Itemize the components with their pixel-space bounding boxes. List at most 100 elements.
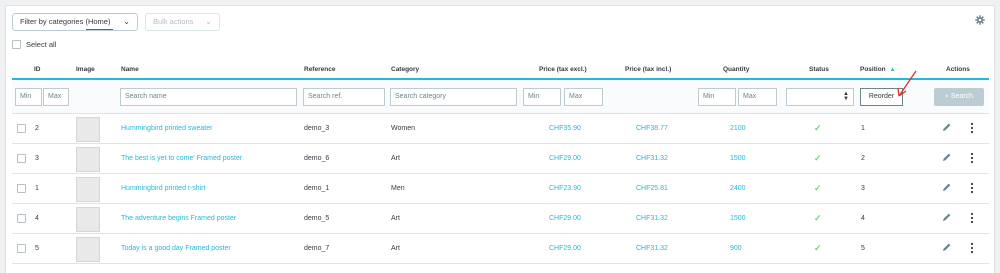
bulk-actions-button[interactable]: Bulk actions ⌄ — [145, 13, 220, 31]
row-checkbox[interactable] — [17, 184, 26, 193]
cell-name-link[interactable]: The adventure begins Framed poster — [121, 215, 236, 222]
gear-icon[interactable] — [975, 15, 985, 25]
cell-id: 3 — [35, 155, 39, 162]
table-row[interactable]: 4 The adventure begins Framed poster demo_… — [12, 205, 989, 234]
id-min-input[interactable]: Min — [15, 88, 42, 106]
row-checkbox[interactable] — [17, 214, 26, 223]
cell-quantity[interactable]: 900 — [730, 245, 742, 252]
cell-name-link[interactable]: Hummingbird printed t-shirt — [121, 185, 205, 192]
column-header-price-excl[interactable]: Price (tax excl.) — [539, 66, 587, 73]
cell-name-link[interactable]: Hummingbird printed sweater — [121, 125, 212, 132]
more-actions-icon[interactable] — [970, 182, 974, 194]
product-thumbnail[interactable] — [76, 207, 100, 232]
edit-icon[interactable] — [942, 242, 952, 252]
quantity-min-input[interactable]: Min — [698, 88, 736, 106]
cell-quantity[interactable]: 2100 — [730, 125, 746, 132]
column-header-name[interactable]: Name — [121, 66, 139, 73]
category-filter-label: Filter by categories (Home) — [20, 17, 111, 26]
table-row[interactable]: 2 Hummingbird printed sweater demo_3 Women C… — [12, 115, 989, 144]
cell-id: 5 — [35, 245, 39, 252]
more-actions-icon[interactable] — [970, 212, 974, 224]
annotation-underline — [86, 29, 113, 30]
name-search-input[interactable]: Search name — [120, 88, 297, 106]
cell-reference: demo_5 — [304, 215, 330, 222]
select-all-checkbox[interactable] — [12, 40, 21, 49]
product-thumbnail[interactable] — [76, 237, 100, 262]
more-actions-icon[interactable] — [970, 152, 974, 164]
cell-price-incl[interactable]: CHF38.77 — [636, 125, 668, 132]
select-all-label: Select all — [25, 40, 57, 49]
edit-icon[interactable] — [942, 122, 952, 132]
cell-quantity[interactable]: 1500 — [730, 215, 746, 222]
column-header-quantity[interactable]: Quantity — [723, 66, 749, 73]
row-select[interactable] — [17, 154, 26, 163]
product-thumbnail[interactable] — [76, 177, 100, 202]
reference-search-input[interactable]: Search ref. — [303, 88, 385, 106]
column-header-status[interactable]: Status — [809, 66, 829, 73]
edit-icon[interactable] — [942, 152, 952, 162]
bulk-actions-label: Bulk actions — [153, 17, 194, 26]
cell-price-incl[interactable]: CHF31.32 — [636, 155, 668, 162]
cell-price-excl[interactable]: CHF35.90 — [549, 125, 581, 132]
price-min-input[interactable]: Min — [523, 88, 561, 106]
cell-reference: demo_6 — [304, 155, 330, 162]
cell-name-link[interactable]: Today is a good day Framed poster — [121, 245, 231, 252]
cell-price-excl[interactable]: CHF23.90 — [549, 185, 581, 192]
cell-category: Art — [391, 245, 400, 252]
cell-position: 4 — [861, 215, 865, 222]
cell-category: Art — [391, 215, 400, 222]
row-checkbox[interactable] — [17, 124, 26, 133]
search-button-label: Search — [950, 93, 974, 100]
select-all[interactable]: Select all — [12, 40, 56, 50]
cell-price-excl[interactable]: CHF29.00 — [549, 245, 581, 252]
row-select[interactable] — [17, 244, 26, 253]
select-arrows-icon: ▲ ▼ — [843, 91, 849, 102]
more-actions-icon[interactable] — [970, 242, 974, 254]
category-search-input[interactable]: Search category — [390, 88, 517, 106]
product-thumbnail[interactable] — [76, 117, 100, 142]
cell-reference: demo_3 — [304, 125, 330, 132]
cell-price-incl[interactable]: CHF31.32 — [636, 245, 668, 252]
search-button[interactable]: ⌕ Search — [934, 88, 984, 106]
edit-icon[interactable] — [942, 212, 952, 222]
edit-icon[interactable] — [942, 182, 952, 192]
status-enabled-icon[interactable]: ✓ — [814, 213, 822, 224]
status-enabled-icon[interactable]: ✓ — [814, 123, 822, 134]
cell-price-incl[interactable]: CHF31.32 — [636, 215, 668, 222]
status-filter-select[interactable]: ▲ ▼ — [786, 88, 854, 106]
row-checkbox[interactable] — [17, 154, 26, 163]
price-max-input[interactable]: Max — [564, 88, 603, 106]
cell-id: 4 — [35, 215, 39, 222]
cell-price-incl[interactable]: CHF25.81 — [636, 185, 668, 192]
table-row[interactable]: 3 The best is yet to come' Framed poster d… — [12, 145, 989, 174]
column-header-price-incl[interactable]: Price (tax incl.) — [625, 66, 671, 73]
row-select[interactable] — [17, 214, 26, 223]
product-thumbnail[interactable] — [76, 147, 100, 172]
table-row[interactable]: 5 Today is a good day Framed poster demo_7… — [12, 235, 989, 264]
cell-price-excl[interactable]: CHF29.00 — [549, 155, 581, 162]
id-max-input[interactable]: Max — [43, 88, 69, 106]
cell-name-link[interactable]: The best is yet to come' Framed poster — [121, 155, 242, 162]
column-header-category[interactable]: Category — [391, 66, 419, 73]
status-enabled-icon[interactable]: ✓ — [814, 153, 822, 164]
status-enabled-icon[interactable]: ✓ — [814, 183, 822, 194]
status-enabled-icon[interactable]: ✓ — [814, 243, 822, 254]
cell-category: Art — [391, 155, 400, 162]
column-header-image: Image — [76, 66, 95, 73]
table-row[interactable]: 1 Hummingbird printed t-shirt demo_1 Men CHF… — [12, 175, 989, 204]
category-filter-dropdown[interactable]: Filter by categories (Home) ⌄ — [12, 13, 138, 31]
cell-id: 1 — [35, 185, 39, 192]
cell-reference: demo_1 — [304, 185, 330, 192]
more-actions-icon[interactable] — [970, 122, 974, 134]
column-header-reference[interactable]: Reference — [304, 66, 335, 73]
annotation-arrow — [897, 70, 917, 97]
cell-quantity[interactable]: 2400 — [730, 185, 746, 192]
row-select[interactable] — [17, 184, 26, 193]
cell-position: 2 — [861, 155, 865, 162]
cell-quantity[interactable]: 1500 — [730, 155, 746, 162]
quantity-max-input[interactable]: Max — [738, 88, 777, 106]
column-header-id[interactable]: ID — [34, 66, 41, 73]
row-checkbox[interactable] — [17, 244, 26, 253]
row-select[interactable] — [17, 124, 26, 133]
cell-price-excl[interactable]: CHF29.00 — [549, 215, 581, 222]
